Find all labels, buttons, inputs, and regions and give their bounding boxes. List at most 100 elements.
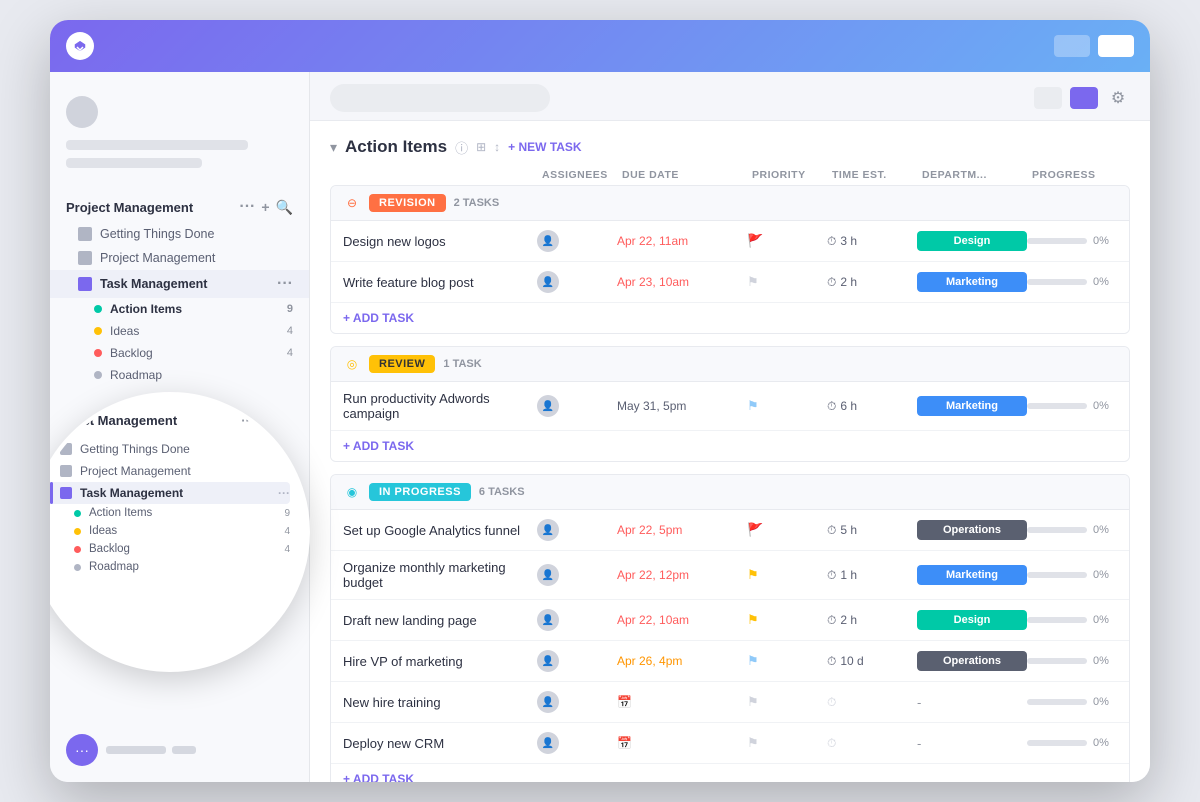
collapse-icon[interactable]: ▾ [330,139,337,156]
progress-bar-container [1027,699,1087,705]
add-task-review[interactable]: + ADD TASK [331,431,1129,461]
hourglass-icon: ⏱ [827,654,836,669]
info-icon[interactable]: ⓘ [455,138,468,157]
task-name[interactable]: Design new logos [343,234,537,249]
progress-cell: 0% [1027,276,1117,288]
time-est: ⏱ 2 h [827,613,917,628]
mag-badge-action: 9 [284,508,290,519]
table-row: Draft new landing page 👤 Apr 22, 10am ⚑ … [331,600,1129,641]
department-badge[interactable]: Operations [917,651,1027,671]
department-badge[interactable]: Operations [917,520,1027,540]
priority-flag[interactable]: ⚑ [747,567,827,583]
task-name[interactable]: Organize monthly marketing budget [343,560,537,590]
sidebar-item-getting-things-done[interactable]: Getting Things Done [50,222,309,246]
device-frame: Project Management ··· + 🔍 Getting Thing… [50,20,1150,782]
skeleton-bar-2 [172,746,196,754]
hourglass-icon: ⏱ [827,399,836,414]
col-time-est: TIME EST. [832,169,922,181]
priority-flag[interactable]: ⚑ [747,694,827,710]
hourglass-icon: ⏱ [827,523,836,538]
sidebar-subitem-ideas[interactable]: Ideas 4 [50,320,309,342]
task-name[interactable]: Hire VP of marketing [343,654,537,669]
priority-flag[interactable]: ⚑ [747,653,827,669]
search-project-icon[interactable]: 🔍 [276,199,293,216]
assignee-avatar: 👤 [537,395,559,417]
sidebar-item-project-management[interactable]: Project Management [50,246,309,270]
department-badge[interactable]: Marketing [917,396,1027,416]
progress-bar-container [1027,279,1087,285]
table-row: Hire VP of marketing 👤 Apr 26, 4pm ⚑ ⏱ 1… [331,641,1129,682]
app-logo [66,32,94,60]
task-name[interactable]: New hire training [343,695,537,710]
progress-cell: 0% [1027,569,1117,581]
add-task-inprogress[interactable]: + ADD TASK [331,764,1129,782]
col-task [338,169,542,181]
project-dots-icon[interactable]: ··· [239,198,255,216]
mag-sub-roadmap[interactable]: Roadmap [50,558,290,576]
view-toggle-board[interactable] [1070,87,1098,109]
table-row: Run productivity Adwords campaign 👤 May … [331,382,1129,431]
main-content: ⚙ ▾ Action Items ⓘ ⊞ ↕ + NEW TASK ASSIGN… [310,72,1150,782]
priority-flag[interactable]: ⚑ [747,274,827,290]
page-title: Action Items [345,137,447,157]
chat-bubble-icon[interactable]: ··· [66,734,98,766]
filter-icon[interactable]: ⊞ [476,140,486,154]
due-date: 📅 [617,736,747,750]
top-bar-btn-1[interactable] [1054,35,1090,57]
sidebar-subitem-action-items[interactable]: Action Items 9 [50,298,309,320]
mag-dot-action [74,510,81,517]
sidebar-item-task-management[interactable]: Task Management ··· [50,270,309,298]
task-name[interactable]: Draft new landing page [343,613,537,628]
priority-flag[interactable]: 🚩 [747,522,827,538]
revision-status-icon: ⊖ [343,194,361,212]
assignee-avatar: 👤 [537,650,559,672]
task-name[interactable]: Deploy new CRM [343,736,537,751]
priority-flag[interactable]: 🚩 [747,233,827,249]
settings-icon[interactable]: ⚙ [1106,86,1130,110]
new-task-button[interactable]: + NEW TASK [508,140,581,154]
top-bar-controls [1054,35,1134,57]
task-mgmt-dots-icon[interactable]: ··· [277,275,293,293]
priority-flag[interactable]: ⚑ [747,398,827,414]
department-badge[interactable]: Design [917,610,1027,630]
mag-sub-action-items[interactable]: Action Items 9 [50,504,290,522]
department-badge[interactable]: Design [917,231,1027,251]
task-name[interactable]: Set up Google Analytics funnel [343,523,537,538]
assignee-avatar: 👤 [537,732,559,754]
progress-bar-container [1027,238,1087,244]
sort-icon[interactable]: ↕ [494,140,500,154]
due-date: Apr 23, 10am [617,275,747,289]
priority-flag[interactable]: ⚑ [747,612,827,628]
mag-nav-getting-things-done[interactable]: Getting Things Done [50,438,290,460]
mag-nav-project-management[interactable]: Project Management [50,460,290,482]
task-name[interactable]: Run productivity Adwords campaign [343,391,537,421]
mag-dot-ideas [74,528,81,535]
table-row: New hire training 👤 📅 ⚑ ⏱ - 0% [331,682,1129,723]
mag-sub-ideas[interactable]: Ideas 4 [50,522,290,540]
top-bar [50,20,1150,72]
add-project-icon[interactable]: + [261,199,269,215]
sub-label-ideas: Ideas [110,324,139,338]
review-task-count: 1 TASK [443,358,481,370]
sidebar-subitem-roadmap[interactable]: Roadmap [50,364,309,386]
progress-cell: 0% [1027,614,1117,626]
section-inprogress-header: ◉ IN PROGRESS 6 TASKS [331,475,1129,510]
sub-label-action: Action Items [110,302,182,316]
search-bar[interactable] [330,84,550,112]
badge-action-items: 9 [287,303,293,315]
sidebar-subitem-backlog[interactable]: Backlog 4 [50,342,309,364]
task-name[interactable]: Write feature blog post [343,275,537,290]
department-badge[interactable]: Marketing [917,272,1027,292]
department-badge[interactable]: Marketing [917,565,1027,585]
table-header: ASSIGNEES DUE DATE PRIORITY TIME EST. DE… [330,169,1130,181]
mag-nav-label-2: Project Management [80,464,191,478]
add-task-revision[interactable]: + ADD TASK [331,303,1129,333]
view-toggle-list[interactable] [1034,87,1062,109]
due-date: 📅 [617,695,747,709]
time-est: ⏱ 2 h [827,275,917,290]
priority-flag[interactable]: ⚑ [747,735,827,751]
assignee-avatar: 👤 [537,230,559,252]
mag-nav-task-management[interactable]: Task Management ··· [50,482,290,504]
top-bar-btn-2[interactable] [1098,35,1134,57]
mag-sub-backlog[interactable]: Backlog 4 [50,540,290,558]
